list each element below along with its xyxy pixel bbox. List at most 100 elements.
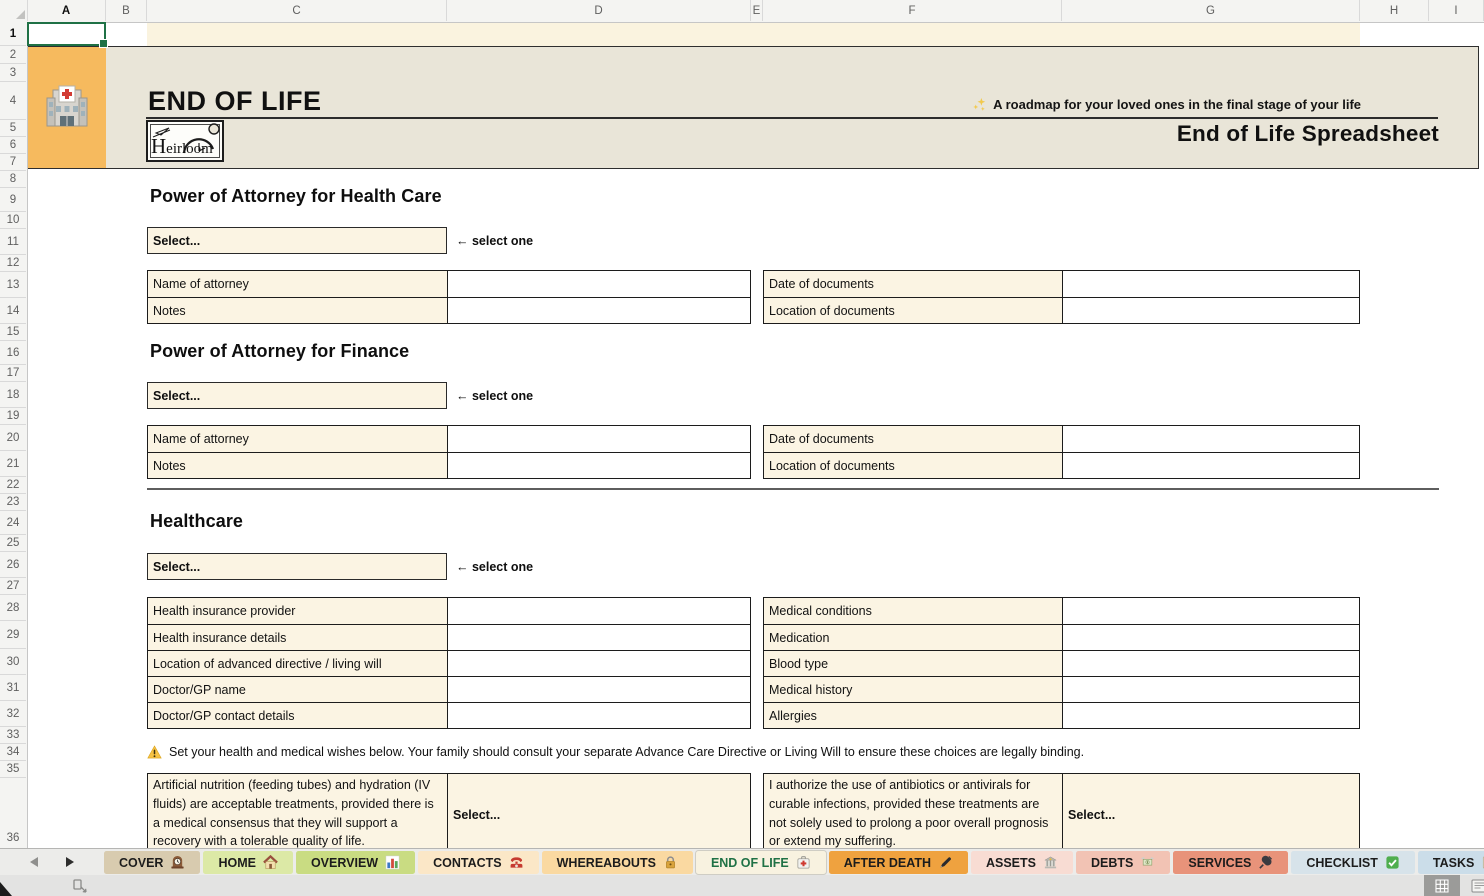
label-cell[interactable]: Doctor/GP contact details — [148, 703, 448, 728]
row-header-34[interactable]: 34 — [0, 744, 26, 761]
column-header-c[interactable]: C — [147, 0, 447, 21]
row-header-7[interactable]: 7 — [0, 154, 26, 171]
row-header-13[interactable]: 13 — [0, 272, 26, 298]
row-header-35[interactable]: 35 — [0, 761, 26, 778]
label-cell[interactable]: Health insurance details — [148, 625, 448, 650]
label-cell[interactable]: Name of attorney — [148, 271, 448, 297]
sheet-tab-cover[interactable]: COVER — [104, 851, 200, 874]
row-header-26[interactable]: 26 — [0, 552, 26, 578]
value-cell[interactable] — [1063, 298, 1359, 323]
row-header-16[interactable]: 16 — [0, 341, 26, 365]
column-header-e[interactable]: E — [751, 0, 763, 21]
page-layout-view-button[interactable] — [1466, 875, 1484, 896]
label-cell[interactable]: Medical conditions — [764, 598, 1063, 624]
sheet-tab-assets[interactable]: ASSETS — [971, 851, 1073, 874]
column-header-a[interactable]: A — [27, 0, 106, 21]
row-header-3[interactable]: 3 — [0, 64, 26, 82]
row-header-27[interactable]: 27 — [0, 578, 26, 595]
row-header-19[interactable]: 19 — [0, 408, 26, 425]
sheet-tab-checklist[interactable]: CHECKLIST — [1291, 851, 1415, 874]
value-cell[interactable] — [1063, 651, 1359, 676]
normal-view-button[interactable] — [1424, 875, 1460, 896]
row-header-28[interactable]: 28 — [0, 595, 26, 621]
row-header-33[interactable]: 33 — [0, 727, 26, 744]
value-cell[interactable] — [448, 598, 750, 624]
value-cell[interactable] — [448, 271, 750, 297]
value-cell[interactable] — [448, 677, 750, 702]
tab-scroll-left-icon[interactable] — [30, 857, 38, 867]
row-header-11[interactable]: 11 — [0, 229, 26, 255]
value-cell[interactable] — [1063, 677, 1359, 702]
row-header-24[interactable]: 24 — [0, 511, 26, 535]
row-header-23[interactable]: 23 — [0, 494, 26, 511]
value-cell[interactable] — [1063, 703, 1359, 728]
label-cell[interactable]: Name of attorney — [148, 426, 448, 452]
column-header-g[interactable]: G — [1062, 0, 1360, 21]
row-header-17[interactable]: 17 — [0, 365, 26, 382]
row-header-25[interactable]: 25 — [0, 535, 26, 552]
banner-accent-cell[interactable] — [28, 47, 106, 168]
label-cell[interactable]: Location of advanced directive / living … — [148, 651, 448, 676]
row-header-20[interactable]: 20 — [0, 425, 26, 451]
sheet-tab-contacts[interactable]: CONTACTS — [418, 851, 539, 874]
sheet-tab-home[interactable]: HOME — [203, 851, 293, 874]
value-cell[interactable] — [1063, 426, 1359, 452]
row-header-9[interactable]: 9 — [0, 188, 26, 212]
row-header-30[interactable]: 30 — [0, 649, 26, 675]
row-header-22[interactable]: 22 — [0, 477, 26, 494]
value-cell[interactable] — [1063, 598, 1359, 624]
row-header-32[interactable]: 32 — [0, 701, 26, 727]
label-cell[interactable]: Date of documents — [764, 271, 1063, 297]
label-cell[interactable]: Location of documents — [764, 453, 1063, 478]
column-header-b[interactable]: B — [106, 0, 147, 21]
tab-scroll-right-icon[interactable] — [66, 857, 74, 867]
column-header-f[interactable]: F — [763, 0, 1062, 21]
wish-statement-cell[interactable]: I authorize the use of antibiotics or an… — [764, 774, 1063, 856]
sheet-tab-debts[interactable]: DEBTS — [1076, 851, 1170, 874]
select-dropdown-cell[interactable]: Select... — [147, 382, 447, 409]
column-header-d[interactable]: D — [447, 0, 751, 21]
label-cell[interactable]: Medical history — [764, 677, 1063, 702]
wish-select-cell[interactable]: Select... — [448, 774, 750, 856]
select-dropdown-cell[interactable]: Select... — [147, 227, 447, 254]
row-header-4[interactable]: 4 — [0, 82, 26, 120]
label-cell[interactable]: Location of documents — [764, 298, 1063, 323]
row-header-21[interactable]: 21 — [0, 451, 26, 477]
label-cell[interactable]: Date of documents — [764, 426, 1063, 452]
row-header-6[interactable]: 6 — [0, 137, 26, 154]
row-header-18[interactable]: 18 — [0, 382, 26, 408]
value-cell[interactable] — [1063, 453, 1359, 478]
row-header-10[interactable]: 10 — [0, 212, 26, 229]
label-cell[interactable]: Health insurance provider — [148, 598, 448, 624]
value-cell[interactable] — [1063, 625, 1359, 650]
label-cell[interactable]: Blood type — [764, 651, 1063, 676]
row-header-2[interactable]: 2 — [0, 46, 26, 64]
select-all-corner[interactable] — [0, 0, 28, 21]
sheet-tab-tasks[interactable]: TASKS — [1418, 851, 1484, 874]
label-cell[interactable]: Notes — [148, 453, 448, 478]
row-header-1[interactable]: 1 — [0, 22, 26, 46]
row-header-5[interactable]: 5 — [0, 120, 26, 137]
column-header-h[interactable]: H — [1360, 0, 1429, 21]
label-cell[interactable]: Allergies — [764, 703, 1063, 728]
row-header-36[interactable]: 36 — [0, 778, 26, 848]
row-header-12[interactable]: 12 — [0, 255, 26, 272]
fill-handle[interactable] — [99, 39, 108, 48]
value-cell[interactable] — [1063, 271, 1359, 297]
value-cell[interactable] — [448, 651, 750, 676]
wish-statement-cell[interactable]: Artificial nutrition (feeding tubes) and… — [148, 774, 448, 856]
row-header-15[interactable]: 15 — [0, 324, 26, 341]
sheet-tab-after-death[interactable]: AFTER DEATH — [829, 851, 968, 874]
row-header-8[interactable]: 8 — [0, 171, 26, 188]
value-cell[interactable] — [448, 625, 750, 650]
sheet-tab-end-of-life[interactable]: END OF LIFE — [696, 851, 826, 874]
wish-select-cell[interactable]: Select... — [1063, 774, 1359, 856]
sheet-tab-overview[interactable]: OVERVIEW — [296, 851, 415, 874]
value-cell[interactable] — [448, 453, 750, 478]
row-header-31[interactable]: 31 — [0, 675, 26, 701]
label-cell[interactable]: Notes — [148, 298, 448, 323]
value-cell[interactable] — [448, 298, 750, 323]
row-header-29[interactable]: 29 — [0, 621, 26, 649]
column-header-i[interactable]: I — [1429, 0, 1484, 21]
value-cell[interactable] — [448, 703, 750, 728]
